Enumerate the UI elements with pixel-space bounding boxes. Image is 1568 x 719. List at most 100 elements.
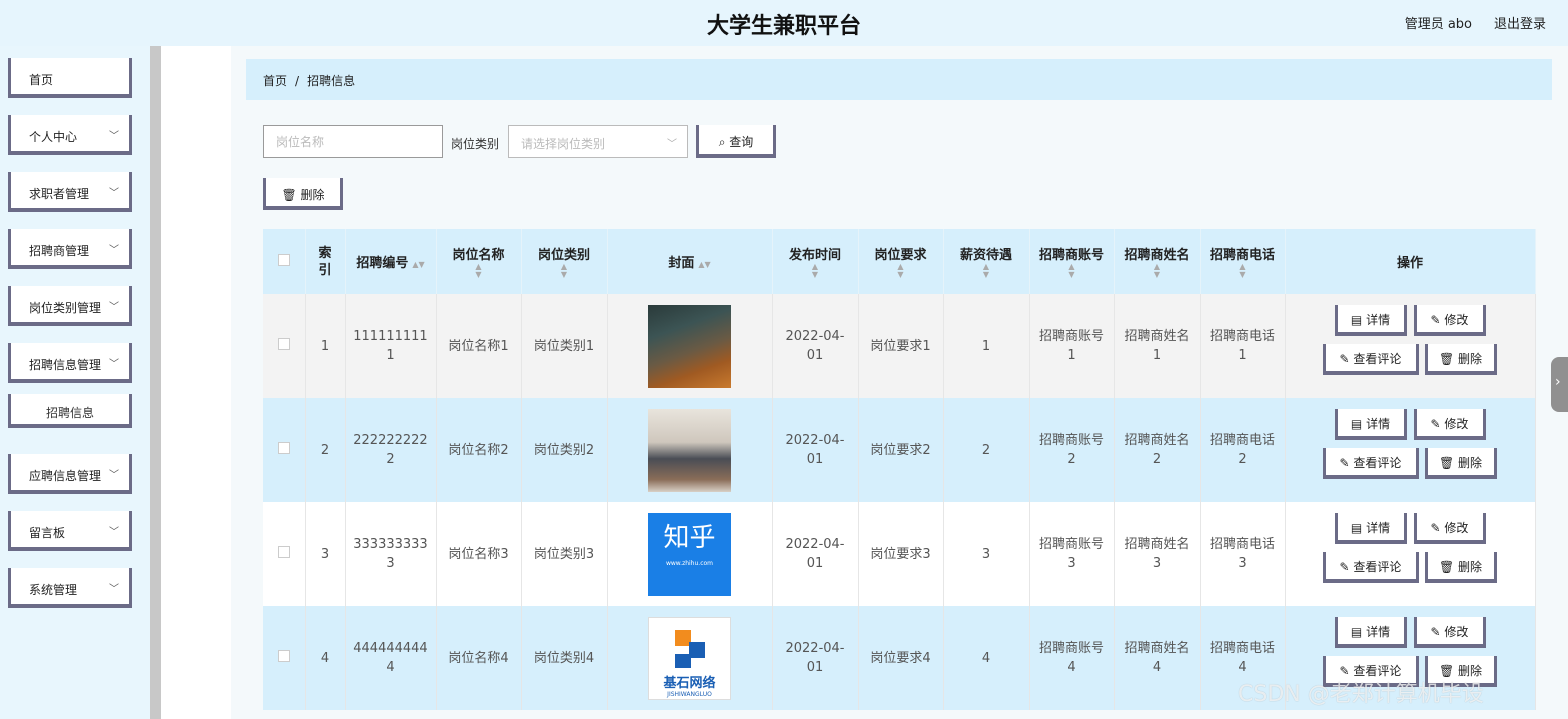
header-salary-label: 薪资待遇 — [959, 248, 1012, 263]
document-icon: ▤ — [1350, 521, 1367, 535]
header-salary[interactable]: 薪资待遇 ▲ ▼ — [943, 229, 1030, 294]
cover-image[interactable]: 基石网络 JISHIWANGLUO — [648, 616, 731, 700]
row-code: 4444444444 — [353, 641, 428, 675]
sort-icon[interactable]: ▲▼ — [1201, 263, 1285, 279]
select-all-checkbox[interactable] — [277, 253, 290, 266]
edit-button[interactable]: ✎ 修改 — [1413, 305, 1486, 336]
sort-icon[interactable]: ▲▼ — [1115, 263, 1200, 279]
sort-icon[interactable]: ▲▼ — [859, 263, 943, 279]
sidebar-item-8[interactable]: 留言板 ﹀ — [8, 511, 132, 551]
delete-button[interactable]: 🗑 删除 — [1424, 448, 1497, 479]
detail-button[interactable]: ▤ 详情 — [1334, 409, 1407, 440]
logout-link[interactable]: 退出登录 — [1494, 13, 1546, 32]
header-rname[interactable]: 招聘商姓名 ▲ ▼ — [1114, 229, 1201, 294]
cell-name: 岗位名称4 — [436, 606, 522, 710]
cell-select — [263, 294, 306, 398]
cell-salary: 3 — [943, 502, 1030, 606]
cover-image[interactable] — [648, 408, 731, 492]
header-ops: 操作 — [1285, 229, 1536, 294]
batch-delete-label: 删除 — [300, 188, 325, 202]
row-name: 岗位名称3 — [448, 546, 509, 562]
row-rname: 招聘商姓名4 — [1124, 641, 1190, 675]
row-checkbox[interactable] — [277, 337, 290, 350]
cell-account: 招聘商账号2 — [1029, 398, 1115, 502]
sort-icon[interactable]: ▲▼ — [773, 263, 858, 279]
cell-rname: 招聘商姓名3 — [1114, 502, 1201, 606]
sidebar-item-label: 留言板 — [29, 526, 66, 540]
sort-icon[interactable]: ▲▼ — [437, 263, 521, 279]
detail-button[interactable]: ▤ 详情 — [1334, 617, 1407, 648]
cell-req: 岗位要求4 — [858, 606, 944, 710]
header-phone[interactable]: 招聘商电话 ▲ ▼ — [1200, 229, 1286, 294]
table-row: 1 1111111111 岗位名称1 岗位类别1 2022-04-01 岗位要求1 1 招聘商… — [263, 294, 1536, 398]
edit-button[interactable]: ✎ 修改 — [1413, 513, 1486, 544]
cell-account: 招聘商账号3 — [1029, 502, 1115, 606]
sort-icon[interactable]: ▲▼ — [698, 260, 710, 269]
row-index: 1 — [320, 338, 330, 354]
sidebar-item-5[interactable]: 招聘信息管理 ﹀ — [8, 343, 132, 383]
sidebar-item-3[interactable]: 招聘商管理 ﹀ — [8, 229, 132, 269]
breadcrumb-current: 招聘信息 — [307, 74, 356, 88]
delete-button[interactable]: 🗑 删除 — [1424, 552, 1497, 583]
cell-select — [263, 502, 306, 606]
header-time[interactable]: 发布时间 ▲ ▼ — [772, 229, 859, 294]
row-phone: 招聘商电话1 — [1209, 329, 1275, 363]
sort-icon[interactable]: ▲▼ — [522, 263, 607, 279]
edit-button[interactable]: ✎ 修改 — [1413, 617, 1486, 648]
breadcrumb-home[interactable]: 首页 — [263, 74, 287, 88]
sidebar-item-1[interactable]: 个人中心 ﹀ — [8, 115, 132, 155]
sidebar-item-2[interactable]: 求职者管理 ﹀ — [8, 172, 132, 212]
row-code: 1111111111 — [353, 329, 428, 363]
sidebar-item-9[interactable]: 系统管理 ﹀ — [8, 568, 132, 608]
header-account[interactable]: 招聘商账号 ▲ ▼ — [1029, 229, 1115, 294]
edit-button-label: 修改 — [1444, 625, 1469, 639]
sidebar-item-label: 岗位类别管理 — [29, 301, 102, 315]
row-rname: 招聘商姓名2 — [1124, 433, 1190, 467]
header-req[interactable]: 岗位要求 ▲ ▼ — [858, 229, 944, 294]
header-category[interactable]: 岗位类别 ▲ ▼ — [521, 229, 608, 294]
cell-rname: 招聘商姓名2 — [1114, 398, 1201, 502]
sidebar-scrollbar[interactable] — [150, 46, 161, 719]
row-name: 岗位名称2 — [448, 442, 509, 458]
view-comments-button-label: 查看评论 — [1353, 456, 1402, 470]
header-phone-label: 招聘商电话 — [1209, 248, 1275, 263]
job-name-input[interactable] — [263, 125, 443, 158]
select-all-cell[interactable] — [263, 229, 306, 294]
header-code[interactable]: 招聘编号 ▲▼ — [345, 229, 437, 294]
cover-image[interactable]: 知乎 www.zhihu.com — [648, 512, 731, 596]
sidebar-item-7[interactable]: 应聘信息管理 ﹀ — [8, 454, 132, 494]
cell-cover: 基石网络 JISHIWANGLUO — [607, 606, 773, 710]
cover-logo-text: 知乎 — [663, 522, 716, 553]
view-comments-button[interactable]: ✎ 查看评论 — [1322, 448, 1419, 479]
row-checkbox[interactable] — [277, 545, 290, 558]
row-salary: 3 — [981, 546, 991, 562]
chevron-down-icon: ﹀ — [109, 470, 119, 481]
sidebar-item-4[interactable]: 岗位类别管理 ﹀ — [8, 286, 132, 326]
view-comments-button[interactable]: ✎ 查看评论 — [1322, 552, 1419, 583]
sort-icon[interactable]: ▲▼ — [1030, 263, 1114, 279]
row-salary: 2 — [981, 442, 991, 458]
sidebar-item-label: 招聘信息 — [45, 406, 94, 420]
detail-button[interactable]: ▤ 详情 — [1334, 513, 1407, 544]
expand-tab-icon[interactable]: › — [1551, 357, 1568, 412]
detail-button-label: 详情 — [1366, 417, 1391, 431]
row-checkbox[interactable] — [277, 441, 290, 454]
detail-button[interactable]: ▤ 详情 — [1334, 305, 1407, 336]
cell-cover — [607, 398, 773, 502]
sidebar-item-0[interactable]: 首页 — [8, 58, 132, 98]
category-select[interactable]: 请选择岗位类别 ﹀ — [508, 125, 688, 158]
sort-icon[interactable]: ▲▼ — [944, 263, 1029, 279]
cover-image[interactable] — [648, 304, 731, 388]
sort-icon[interactable]: ▲▼ — [412, 260, 424, 269]
edit-button[interactable]: ✎ 修改 — [1413, 409, 1486, 440]
header-cover[interactable]: 封面 ▲▼ — [607, 229, 773, 294]
row-name: 岗位名称1 — [448, 338, 509, 354]
view-comments-button[interactable]: ✎ 查看评论 — [1322, 344, 1419, 375]
query-button[interactable]: ⌕ 查询 — [696, 125, 776, 158]
delete-button[interactable]: 🗑 删除 — [1424, 344, 1497, 375]
batch-delete-button[interactable]: 🗑 删除 — [263, 178, 343, 210]
sidebar-item-6[interactable]: 招聘信息 — [8, 394, 132, 428]
header-name[interactable]: 岗位名称 ▲ ▼ — [436, 229, 522, 294]
row-checkbox[interactable] — [277, 649, 290, 662]
cell-time: 2022-04-01 — [772, 398, 859, 502]
